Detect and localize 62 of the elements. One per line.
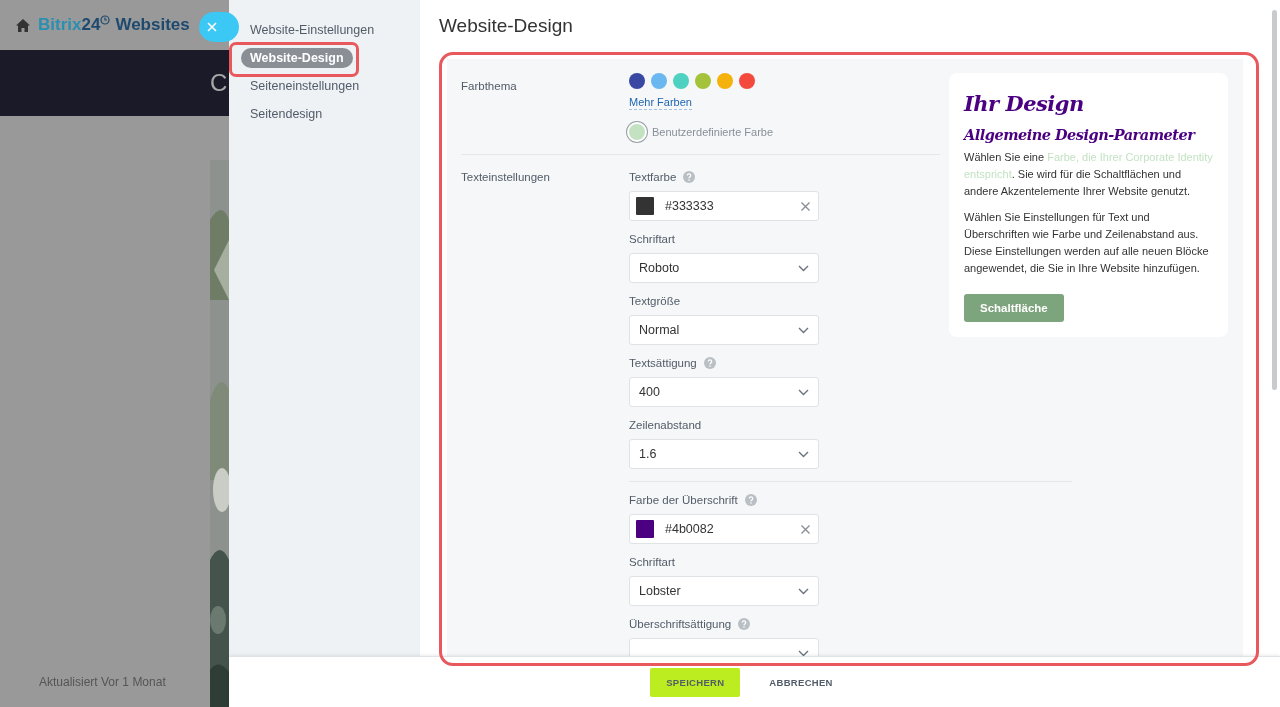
sidebar-item[interactable]: Seiteneinstellungen: [241, 76, 369, 96]
color-field[interactable]: #4b0082: [629, 514, 819, 544]
color-swatch[interactable]: [695, 73, 711, 89]
color-swatch[interactable]: [717, 73, 733, 89]
page-title: Website-Design: [439, 14, 574, 38]
updated-text: Aktualisiert Vor 1 Monat: [39, 675, 166, 689]
color-swatch[interactable]: [739, 73, 755, 89]
more-colors-link[interactable]: Mehr Farben: [629, 95, 692, 110]
logo[interactable]: Bitrix24 Websites: [38, 15, 190, 35]
card-paragraph: Wählen Sie Einstellungen für Text und Überschriften wie Farbe und Zeilenabstand aus. Diese Einstellungen werden auf alle neuen Blöcke angewendet, die Sie in Ihre Website hinzufügen.: [964, 210, 1210, 276]
select-value: Lobster: [639, 584, 682, 598]
select-value: 400: [639, 385, 661, 399]
scrollbar-thumb[interactable]: [1272, 10, 1277, 390]
select-value: Roboto: [639, 261, 681, 275]
select-field[interactable]: 400: [629, 377, 819, 407]
card-subtitle: Allgemeine Design-Parameter: [964, 126, 1195, 143]
help-icon[interactable]: [703, 357, 716, 369]
section-label: Farbthema: [461, 79, 518, 94]
select-field[interactable]: Roboto: [629, 253, 819, 283]
color-swatch[interactable]: [673, 73, 689, 89]
select-field[interactable]: Lobster: [629, 576, 819, 606]
select-field[interactable]: 1.6: [629, 439, 819, 469]
color-swatch[interactable]: [651, 73, 667, 89]
help-icon[interactable]: [683, 171, 696, 183]
card-title: Ihr Design: [964, 91, 1084, 116]
field-label: Schriftart: [629, 556, 675, 568]
help-icon[interactable]: [738, 618, 751, 630]
field-label: Zeilenabstand: [629, 419, 702, 431]
clear-icon[interactable]: [801, 201, 810, 211]
select-field[interactable]: Normal: [629, 315, 819, 345]
help-icon[interactable]: [744, 494, 757, 506]
save-button[interactable]: SPEICHERN: [650, 667, 741, 697]
cancel-button[interactable]: ABBRECHEN: [753, 667, 849, 697]
field-label: Schriftart: [629, 233, 675, 245]
chevron-down-icon: [798, 649, 809, 656]
banner-text: C: [210, 69, 229, 97]
close-icon: [207, 22, 217, 32]
chevron-down-icon: [798, 326, 809, 334]
chevron-down-icon: [798, 450, 809, 458]
home-icon[interactable]: [16, 18, 30, 32]
section-label: Texteinstellungen: [461, 170, 551, 185]
field-label: Farbe der Überschrift: [629, 494, 738, 506]
sidebar-item[interactable]: Website-Einstellungen: [241, 20, 384, 40]
field-label: Textsättigung: [629, 357, 697, 369]
card-paragraph: Wählen Sie eine Farbe, die Ihrer Corporate Identity entspricht. Sie wird für die Schaltflächen und andere Akzentelemente Ihrer Website genutzt.: [964, 150, 1213, 199]
color-value: #333333: [665, 199, 715, 213]
chevron-down-icon: [798, 587, 809, 595]
select-value: Normal: [639, 323, 681, 337]
clear-icon[interactable]: [801, 524, 810, 534]
sidebar-item[interactable]: Seitendesign: [241, 104, 332, 124]
color-field[interactable]: #333333: [629, 191, 819, 221]
color-value: #4b0082: [665, 522, 715, 536]
color-swatch[interactable]: [629, 73, 645, 89]
field-label: Textfarbe: [629, 171, 677, 183]
close-button[interactable]: [199, 12, 239, 42]
field-label: Überschriftsättigung: [629, 618, 732, 630]
chevron-down-icon: [798, 264, 809, 272]
sidebar-item[interactable]: Website-Design: [241, 48, 353, 68]
chevron-down-icon: [798, 388, 809, 396]
select-value: 1.6: [639, 447, 658, 461]
custom-color-swatch[interactable]: [629, 124, 645, 140]
field-label: Textgröße: [629, 295, 681, 307]
